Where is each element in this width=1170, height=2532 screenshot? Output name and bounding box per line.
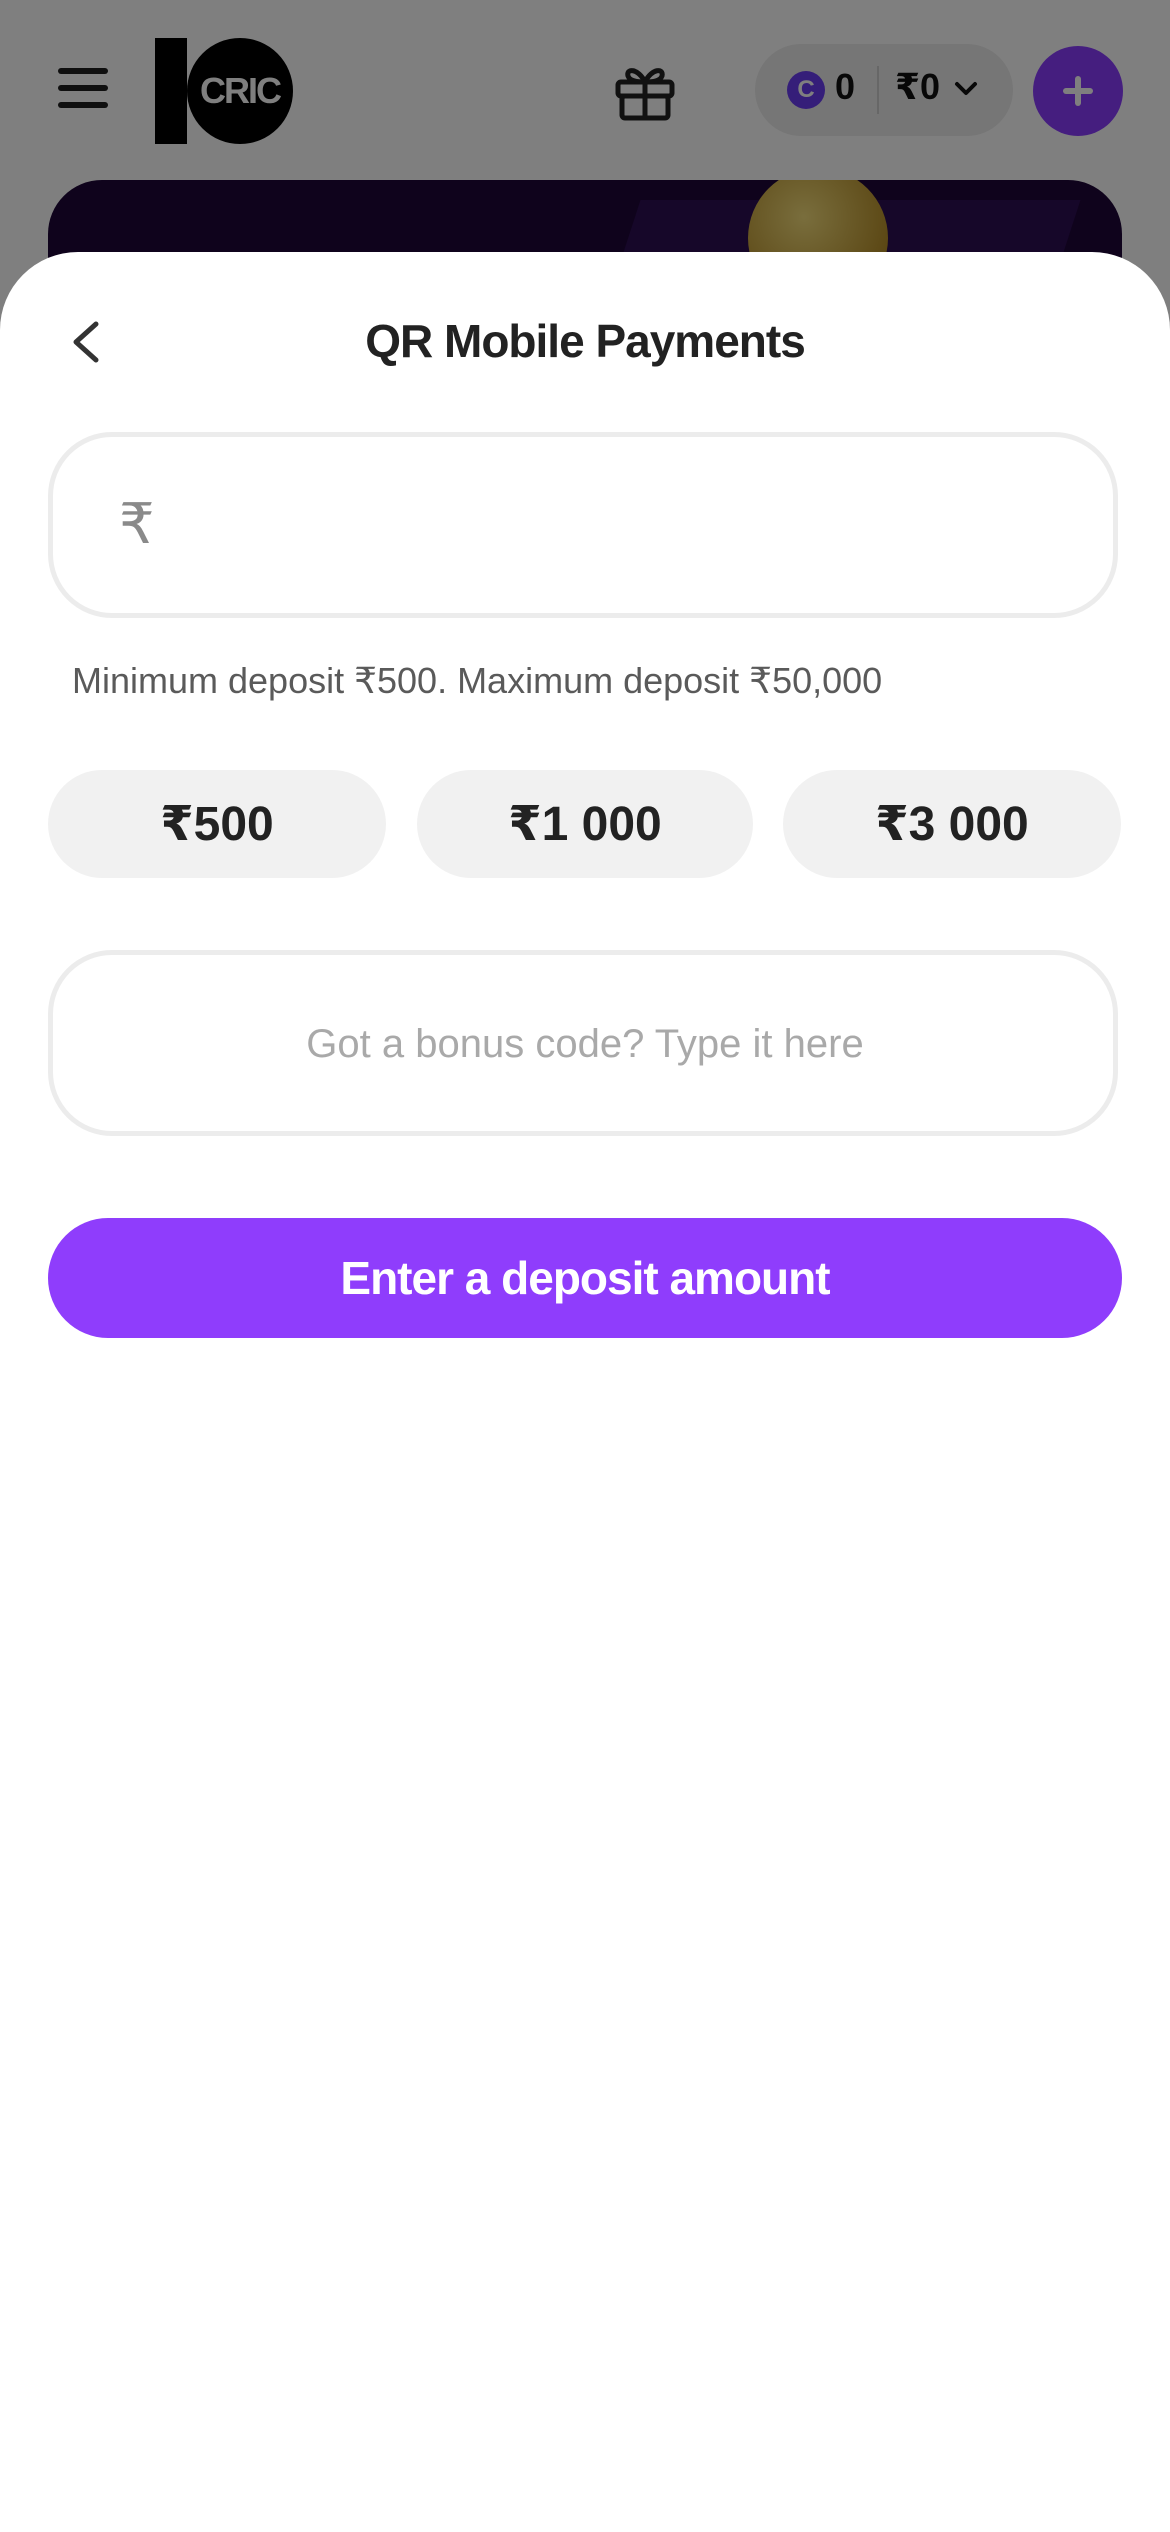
rupee-icon: ₹	[119, 492, 155, 555]
deposit-limits-text: Minimum deposit ₹500. Maximum deposit ₹5…	[72, 660, 883, 701]
quick-amount-3000-button[interactable]: ₹3 000	[783, 770, 1121, 878]
quick-amount-500-button[interactable]: ₹500	[48, 770, 386, 878]
page-title: QR Mobile Payments	[365, 315, 806, 367]
deposit-submit-button[interactable]: Enter a deposit amount	[48, 1218, 1122, 1338]
amount-field[interactable]: ₹	[48, 432, 1118, 618]
quick-amount-1000-button[interactable]: ₹1 000	[417, 770, 753, 878]
amount-input[interactable]	[183, 477, 1067, 575]
deposit-sheet: QR Mobile Payments ₹ Minimum deposit ₹50…	[0, 252, 1170, 2532]
bonus-code-input[interactable]	[93, 995, 1077, 1093]
bonus-code-field[interactable]	[48, 950, 1118, 1136]
